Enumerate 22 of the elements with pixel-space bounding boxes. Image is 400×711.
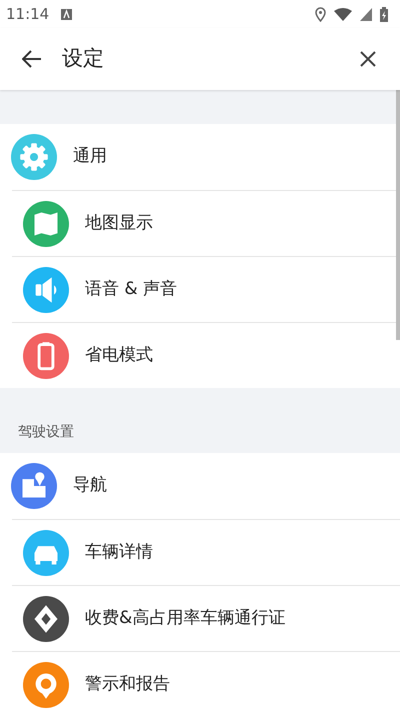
settings-item[interactable]: 警示和报告 xyxy=(12,651,400,711)
item-label: 车辆详情 xyxy=(85,540,153,564)
wifi-icon xyxy=(334,8,352,20)
item-label: 导航 xyxy=(73,474,107,498)
keyboard-icon xyxy=(61,8,72,20)
battery-icon xyxy=(380,6,388,22)
signal-icon xyxy=(360,8,372,20)
item-label: 收费&高占用率车辆通行证 xyxy=(85,606,286,630)
settings-item[interactable]: 车辆详情 xyxy=(12,519,400,585)
item-label: 通用 xyxy=(73,145,107,168)
toolbar-title: 设定 xyxy=(62,45,104,72)
settings-item[interactable]: 收费&高占用率车辆通行证 xyxy=(12,585,400,651)
item-label: 警示和报告 xyxy=(85,672,170,696)
item-label: 语音 & 声音 xyxy=(85,278,178,301)
section-header: 驾驶设置 xyxy=(18,423,74,442)
settings-item[interactable]: 导航 xyxy=(0,453,400,519)
settings-item[interactable]: 通用 xyxy=(0,124,400,190)
item-label: 地图显示 xyxy=(85,212,153,235)
clock: 11:14 xyxy=(6,4,50,25)
item-label: 省电模式 xyxy=(85,344,153,367)
settings-item[interactable]: 省电模式 xyxy=(12,322,400,388)
location-icon xyxy=(315,6,326,22)
